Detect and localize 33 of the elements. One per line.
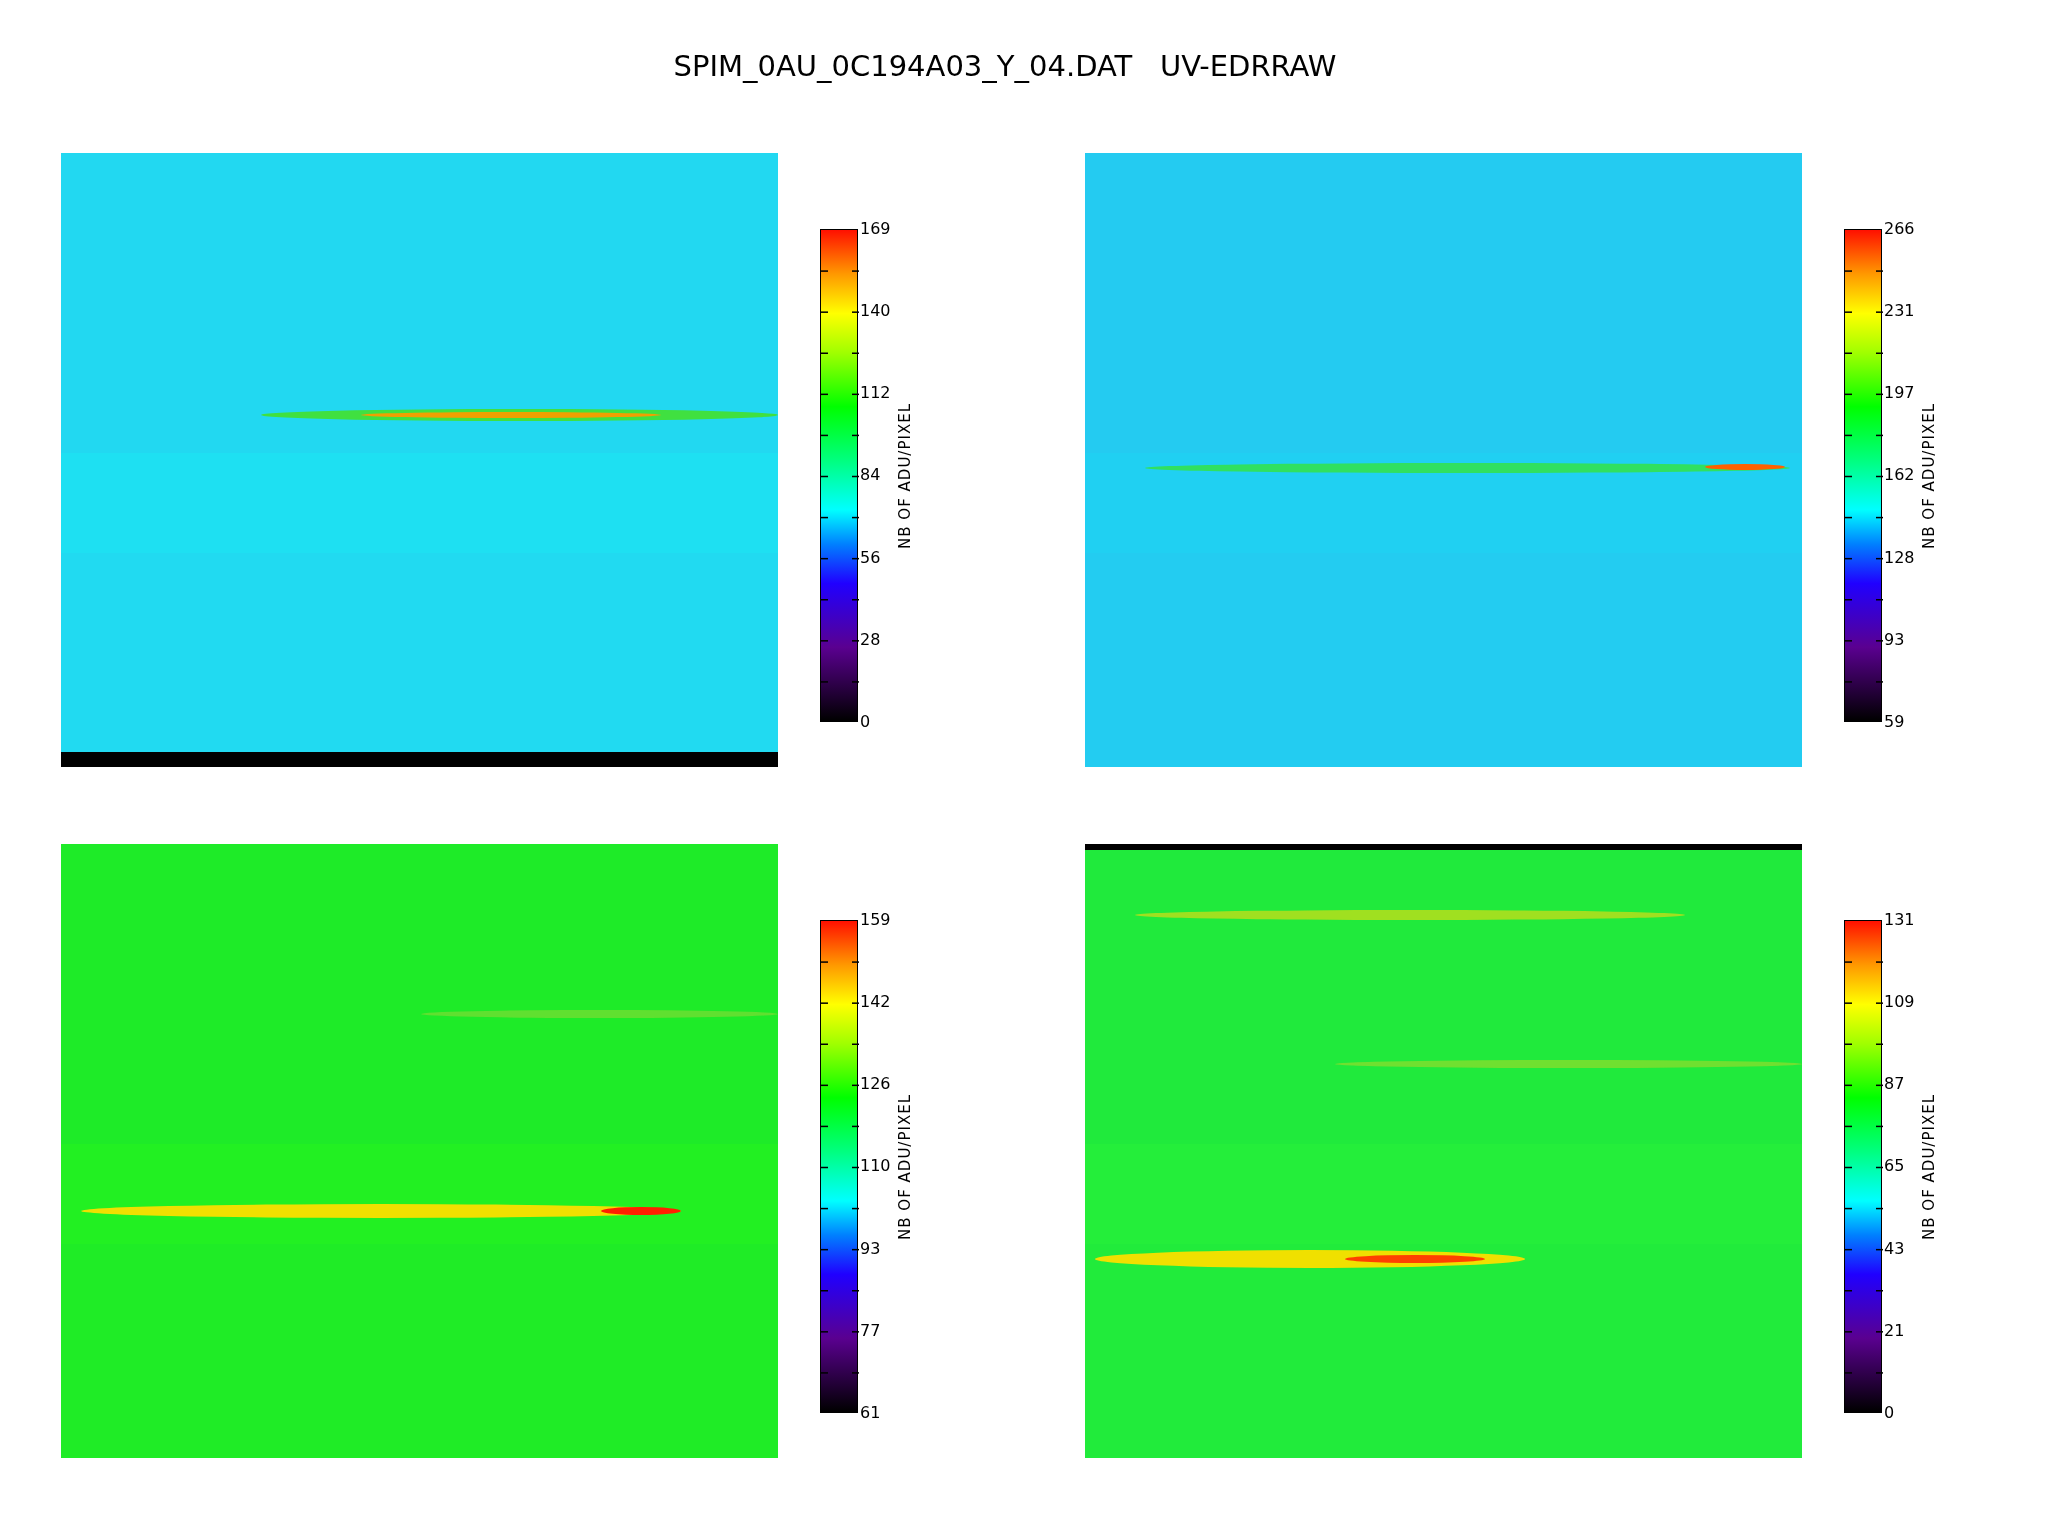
tick-label: 159	[860, 911, 892, 929]
tick-label: 110	[860, 1157, 892, 1176]
tick-label: 112	[860, 384, 892, 403]
tick-label: 169	[860, 220, 892, 238]
tick-label: 0	[860, 712, 872, 731]
tick-label: 140	[860, 302, 892, 321]
tick-label: 59	[1884, 712, 1906, 731]
tick-label: 109	[1884, 993, 1916, 1012]
tick-label: 84	[860, 466, 882, 485]
tick-label: 93	[1884, 630, 1906, 649]
colorbar-label: NB OF ADU/PIXEL	[1919, 402, 1939, 549]
tick-label: 162	[1884, 466, 1916, 485]
tick-label: 231	[1884, 302, 1916, 321]
tick-label: 56	[860, 548, 882, 567]
tick-label: 65	[1884, 1157, 1906, 1176]
tick-label: 93	[860, 1239, 882, 1258]
plot-title: SPIM_0AU_0C194A03_Y_04.DAT UV-EDRRAW	[672, 52, 1338, 82]
tick-label: 266	[1884, 220, 1916, 238]
tick-label: 131	[1884, 911, 1916, 929]
tick-label: 87	[1884, 1075, 1906, 1094]
tick-label: 197	[1884, 384, 1916, 403]
tick-label: 43	[1884, 1239, 1906, 1258]
colorbar-label: NB OF ADU/PIXEL	[895, 402, 915, 549]
tick-label: 126	[860, 1075, 892, 1094]
tick-label: 142	[860, 993, 892, 1012]
tick-label: 61	[860, 1403, 882, 1422]
tick-label: 77	[860, 1321, 882, 1340]
tick-label: 0	[1884, 1403, 1896, 1422]
tick-label: 28	[860, 630, 882, 649]
colorbar-label: NB OF ADU/PIXEL	[1919, 1093, 1939, 1240]
colorbar-label: NB OF ADU/PIXEL	[895, 1093, 915, 1240]
tick-label: 128	[1884, 548, 1916, 567]
tick-label: 21	[1884, 1321, 1906, 1340]
